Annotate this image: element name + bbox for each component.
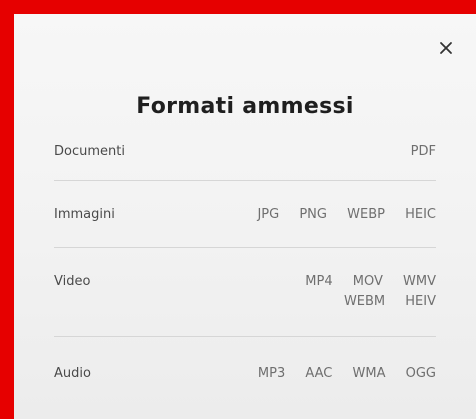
close-icon bbox=[440, 42, 452, 54]
format-value: PDF bbox=[410, 144, 436, 159]
format-label: Video bbox=[54, 274, 91, 289]
format-label: Documenti bbox=[54, 144, 125, 159]
formats-modal: Formati ammessi Documenti PDF Immagini J… bbox=[14, 14, 476, 419]
format-value: MP4 bbox=[305, 274, 333, 289]
divider bbox=[54, 180, 436, 181]
format-values: PDF bbox=[395, 144, 436, 164]
format-value: MP3 bbox=[257, 366, 286, 381]
format-value: PNG bbox=[299, 207, 327, 222]
format-value: HEIV bbox=[405, 294, 436, 309]
divider bbox=[54, 247, 436, 248]
format-values: MP4 MOV WMV WEBM HEIV bbox=[289, 274, 436, 314]
format-value: OGG bbox=[405, 366, 436, 381]
format-values: MP3 AAC WMA OGG bbox=[242, 366, 436, 386]
divider bbox=[54, 336, 436, 337]
format-label: Audio bbox=[54, 366, 91, 381]
format-label: Immagini bbox=[54, 207, 115, 222]
red-border-frame: Formati ammessi Documenti PDF Immagini J… bbox=[0, 0, 476, 419]
format-value: HEIC bbox=[405, 207, 436, 222]
format-value: WMA bbox=[352, 366, 386, 381]
format-value: WMV bbox=[403, 274, 436, 289]
format-values: JPG PNG WEBP HEIC bbox=[241, 207, 436, 227]
modal-title: Formati ammessi bbox=[136, 94, 354, 119]
format-value: WEBM bbox=[343, 294, 386, 309]
format-value: JPG bbox=[257, 207, 280, 222]
format-value: WEBP bbox=[347, 207, 385, 222]
close-button[interactable] bbox=[436, 38, 456, 58]
format-value: MOV bbox=[352, 274, 383, 289]
format-value: AAC bbox=[305, 366, 333, 381]
